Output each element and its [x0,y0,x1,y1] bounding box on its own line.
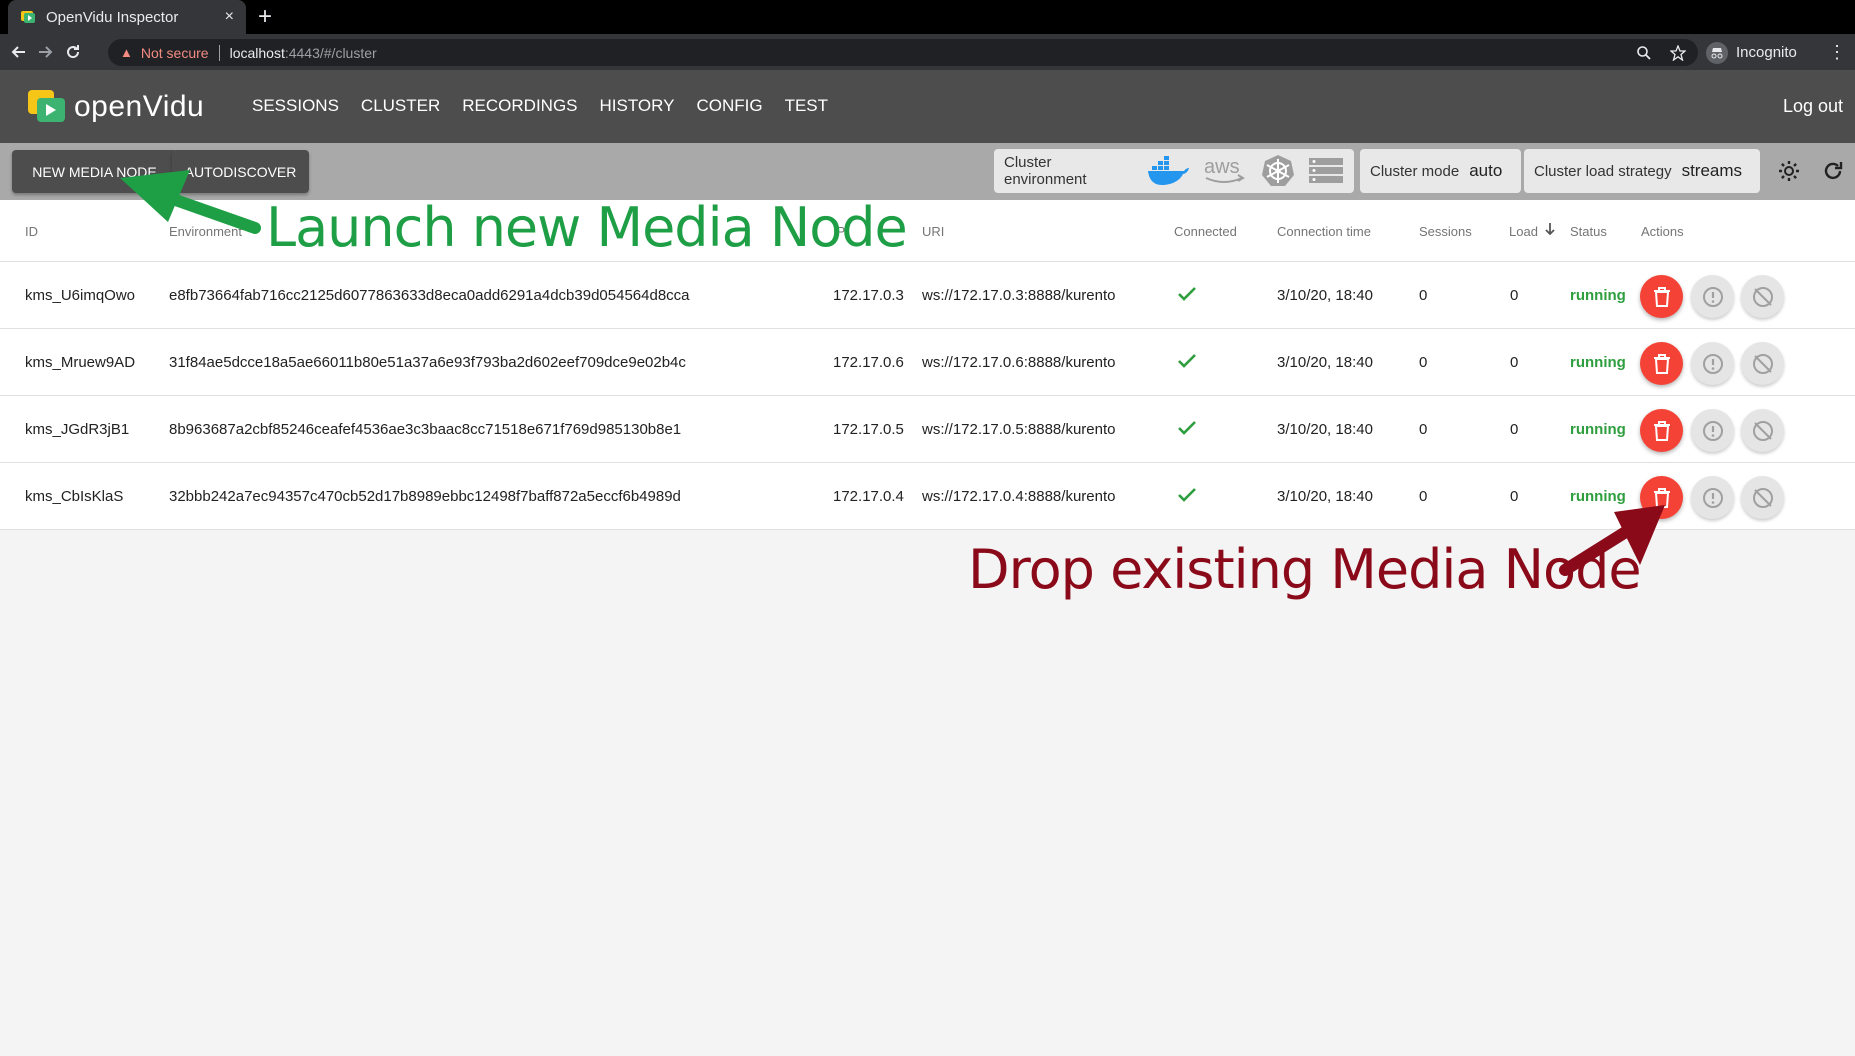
green-arrow [120,170,261,234]
annotation-drop: Drop existing Media Node [968,538,1642,601]
annotation-arrows [120,170,1665,576]
annotation-launch: Launch new Media Node [266,196,908,259]
